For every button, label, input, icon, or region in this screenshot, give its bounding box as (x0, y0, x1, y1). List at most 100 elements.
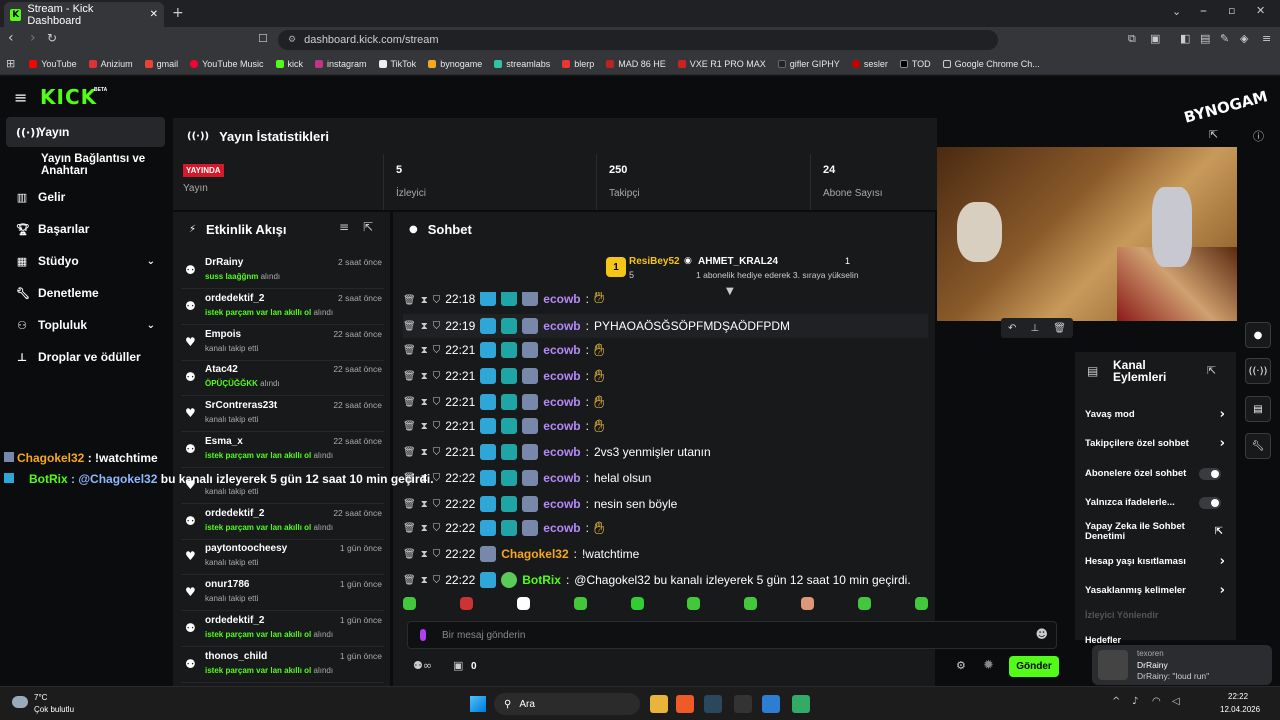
message-user[interactable]: ecowb (543, 471, 580, 485)
channel-action-chevron[interactable]: Yasaklanmış kelimeler › (1085, 576, 1225, 605)
moderation-button[interactable]: 🔧︎ (1245, 433, 1271, 459)
channel-action-toggle[interactable]: Abonelere özel sohbet (1085, 459, 1225, 488)
toggle-switch[interactable] (1199, 496, 1221, 509)
app-icon[interactable] (792, 695, 810, 713)
emote-icon[interactable] (687, 597, 701, 610)
new-tab-icon[interactable]: + (172, 5, 184, 21)
event-item[interactable]: ♥ SrContreras23t 22 saat önce kanalı takip … (181, 396, 384, 433)
gifter-name[interactable]: AHMET_KRAL24 (698, 256, 778, 267)
expand-pinned-icon[interactable]: ▼ (726, 286, 734, 297)
channel-action-chevron[interactable]: Yavaş mod › (1085, 400, 1225, 429)
store-icon[interactable] (762, 695, 780, 713)
delete-icon[interactable]: 🗑︎ (403, 421, 416, 432)
goals-label[interactable]: Hedefler (1085, 635, 1121, 645)
chat-message[interactable]: 🗑︎ ⧗ ⛉ 22:19 ecowb: PYHAOAÖSĞSÖPFMDŞAÖDFPDM (403, 314, 928, 338)
brave-browser-icon[interactable] (676, 695, 694, 713)
delete-icon[interactable]: 🗑︎ (1053, 323, 1066, 334)
ban-icon[interactable]: ⛉ (433, 421, 441, 432)
delete-icon[interactable]: 🗑︎ (403, 371, 416, 382)
emote-icon[interactable] (403, 597, 416, 610)
ban-icon[interactable]: ⛉ (433, 321, 441, 332)
file-explorer-icon[interactable] (650, 695, 668, 713)
info-icon[interactable]: ⓘ (1253, 128, 1264, 144)
ban-icon[interactable]: ⛉ (433, 473, 441, 484)
event-item[interactable]: ⚉ thonos_child 1 gün önce istek parçam var … (181, 647, 384, 683)
wallet-icon[interactable]: ▣ (1150, 32, 1160, 45)
emote-icon[interactable] (516, 597, 530, 610)
chat-message-input[interactable]: Bir mesaj gönderin ☻ (407, 621, 1057, 649)
notification-toast[interactable]: texoren DrRainy DrRainy: "loud run" (1092, 645, 1272, 685)
taskbar-search[interactable]: ⚲ Ara (494, 693, 640, 715)
bookmark-item[interactable]: Anizium (83, 59, 139, 69)
tab-search-icon[interactable]: ⌄ (1172, 5, 1181, 18)
pin-icon[interactable]: ⊥ (1030, 323, 1039, 334)
timeout-icon[interactable]: ⧗ (421, 499, 428, 510)
tray-chevron-icon[interactable]: ^ (1112, 696, 1120, 707)
chat-toggle-button[interactable]: ● (1245, 322, 1271, 348)
browser-tab[interactable]: K Stream - Kick Dashboard ✕ (4, 2, 164, 27)
emote-icon[interactable] (630, 597, 644, 610)
back-icon[interactable]: ‹ (8, 30, 14, 46)
event-item[interactable]: ⚉ ordedektif_2 1 gün önce istek parçam var … (181, 611, 384, 647)
users-icon[interactable]: ⚉∞ (413, 659, 432, 672)
message-user[interactable]: BotRix (522, 573, 561, 587)
event-item[interactable]: ⚉ ordedektif_2 22 saat önce istek parçam va… (181, 504, 384, 540)
event-item[interactable]: ⚉ DrRainy 2 saat önce suss laağğnm alındı (181, 253, 384, 289)
close-window-icon[interactable]: ✕ (1256, 4, 1265, 17)
emote-icon[interactable] (801, 597, 815, 610)
bookmark-item[interactable]: streamlabs (488, 59, 556, 69)
mic-tray-icon[interactable]: ♪ (1132, 696, 1138, 707)
bookmark-item[interactable]: TOD (894, 59, 937, 69)
bookmark-item[interactable]: MAD 86 HE (600, 59, 672, 69)
channel-action-toggle[interactable]: Yalnızca ifadelerle... (1085, 488, 1225, 517)
bookmark-icon[interactable]: ☐ (258, 32, 268, 45)
bookmark-item[interactable]: kick (270, 59, 310, 69)
windows-start-icon[interactable] (470, 696, 486, 712)
bookmark-item[interactable]: sesler (846, 59, 894, 69)
ban-icon[interactable]: ⛉ (433, 397, 441, 408)
filter-icon[interactable]: ≡ (339, 220, 349, 234)
timeout-icon[interactable]: ⧗ (421, 575, 428, 586)
delete-icon[interactable]: 🗑︎ (403, 447, 416, 458)
volume-icon[interactable]: ◁ (1172, 696, 1180, 707)
channel-action-chevron[interactable]: Takipçilere özel sohbet › (1085, 429, 1225, 458)
maximize-icon[interactable]: ▫ (1228, 4, 1235, 17)
emote-icon[interactable] (744, 597, 758, 610)
bookmark-item[interactable]: YouTube (23, 59, 82, 69)
ban-icon[interactable]: ⛉ (433, 447, 441, 458)
delete-icon[interactable]: 🗑︎ (403, 499, 416, 510)
popout-icon[interactable]: ⇱ (1207, 364, 1216, 377)
chat-message[interactable]: 🗑︎ ⧗ ⛉ 22:22 Chagokel32: !watchtime (403, 542, 639, 566)
timeout-icon[interactable]: ⧗ (421, 371, 428, 382)
broadcast-button[interactable]: ((·)) (1245, 358, 1271, 384)
chat-message[interactable]: 🗑︎ ⧗ ⛉ 22:22 ecowb: ✋︎ (403, 516, 604, 540)
settings-gear-icon[interactable]: ⚙ (956, 659, 966, 672)
message-user[interactable]: ecowb (543, 419, 580, 433)
event-item[interactable]: ⚉ Atac42 22 saat önce ÖPÜÇÜĞĞKK alındı (181, 360, 384, 397)
timeout-icon[interactable]: ⧗ (421, 523, 428, 534)
chat-message[interactable]: 🗑︎ ⧗ ⛉ 22:22 ecowb: nesin sen böyle (403, 492, 677, 516)
sidebar-item-community[interactable]: ⚇ Topluluk ⌄ (6, 310, 165, 340)
emote-icon[interactable] (858, 597, 871, 610)
panels-button[interactable]: ▤ (1245, 396, 1271, 422)
message-user[interactable]: Chagokel32 (501, 547, 568, 561)
sidebar-item-moderation[interactable]: 🔧︎ Denetleme (6, 278, 165, 308)
minimize-icon[interactable]: – (1200, 3, 1207, 19)
bookmark-item[interactable]: blerp (556, 59, 600, 69)
chat-message[interactable]: 🗑︎ ⧗ ⛉ 22:21 ecowb: ✋︎ (403, 364, 604, 388)
timeout-icon[interactable]: ⧗ (421, 321, 428, 332)
chat-message[interactable]: 🗑︎ ⧗ ⛉ 22:21 ecowb: ✋︎ (403, 390, 604, 414)
chat-message[interactable]: 🗑︎ ⧗ ⛉ 22:21 ecowb: ✋︎ (403, 414, 604, 438)
clock-time[interactable]: 22:22 (1228, 692, 1248, 701)
timeout-icon[interactable]: ⧗ (421, 447, 428, 458)
ban-icon[interactable]: ⛉ (433, 295, 441, 306)
delete-icon[interactable]: 🗑︎ (403, 549, 416, 560)
site-info-icon[interactable]: ⚙ (288, 35, 296, 45)
channel-action-chevron[interactable]: Hesap yaşı kısıtlaması › (1085, 547, 1225, 576)
sidebar-item-stream-key[interactable]: Yayın Bağlantısı ve Anahtarı (6, 150, 165, 180)
bookmark-item[interactable]: gifler GIPHY (772, 59, 846, 69)
event-item[interactable]: ♥ onur1786 1 gün önce kanalı takip etti (181, 575, 384, 612)
delete-icon[interactable]: 🗑︎ (403, 321, 416, 332)
delete-icon[interactable]: 🗑︎ (403, 523, 416, 534)
clock-date[interactable]: 12.04.2026 (1220, 705, 1260, 714)
